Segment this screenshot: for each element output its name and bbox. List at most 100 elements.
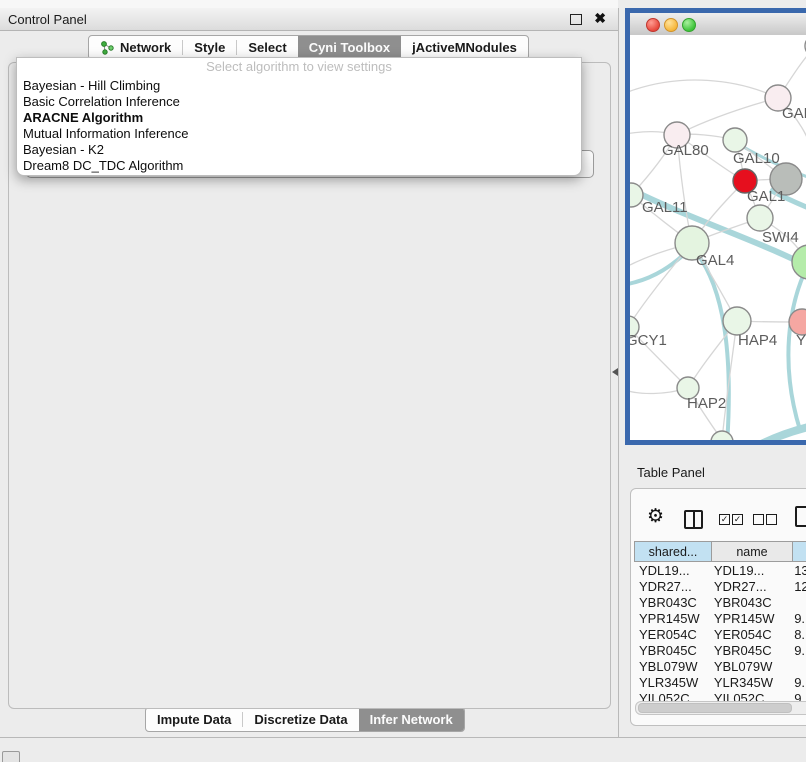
bottom-tabbar: Impute Data Discretize Data Infer Networ… xyxy=(145,707,465,732)
label-swi4: SWI4 xyxy=(762,229,799,246)
tab-style-label: Style xyxy=(194,40,225,55)
table-row[interactable]: YDR27...YDR27...12 xyxy=(634,579,806,595)
label-hap2: HAP2 xyxy=(687,395,726,412)
algorithm-option[interactable]: Dream8 DC_TDC Algorithm xyxy=(17,158,581,174)
cell: YDL19... xyxy=(709,563,787,579)
node-green-mid[interactable] xyxy=(747,205,773,231)
tab-select-label: Select xyxy=(248,40,286,55)
control-panel-titlebar: Control Panel ✖ xyxy=(0,8,618,31)
gear-icon[interactable]: ⚙ xyxy=(647,507,664,526)
control-panel-title: Control Panel xyxy=(8,12,87,27)
table-row[interactable]: YER054CYER054C8. xyxy=(634,627,806,643)
unchecked-checkbox-icon[interactable] xyxy=(766,514,777,525)
node-green-bright[interactable] xyxy=(792,245,806,279)
zoom-window-icon[interactable] xyxy=(682,18,696,32)
table-panel-title: Table Panel xyxy=(637,465,705,480)
table-hscrollbar-thumb[interactable] xyxy=(638,703,792,713)
table-row[interactable]: YLR345WYLR345W9. xyxy=(634,675,806,691)
table-row[interactable]: YBL079WYBL079W xyxy=(634,659,806,675)
cell: YBR045C xyxy=(634,643,709,659)
algorithm-option-selected[interactable]: ARACNE Algorithm xyxy=(17,110,581,126)
node-labels: GAL GAL80 GAL10 GAL1 GAL11 SWI4 GAL4 GCY… xyxy=(630,105,806,412)
document-icon[interactable] xyxy=(795,506,806,527)
control-panel: Control Panel ✖ Network Style Select Cyn… xyxy=(0,8,619,737)
column-layout-icon[interactable] xyxy=(684,510,703,529)
cell: 13 xyxy=(787,563,806,579)
algorithm-option[interactable]: Mutual Information Inference xyxy=(17,126,581,142)
label-y-cut: Y xyxy=(796,332,806,349)
table-row[interactable]: YBR045CYBR045C9. xyxy=(634,643,806,659)
tab-infer-network[interactable]: Infer Network xyxy=(359,708,464,731)
algorithm-option[interactable]: Basic Correlation Inference xyxy=(17,94,581,110)
label-gal10: GAL10 xyxy=(733,150,780,167)
cell xyxy=(787,659,806,675)
algorithm-option[interactable]: Bayesian - K2 xyxy=(17,142,581,158)
tab-select[interactable]: Select xyxy=(237,36,297,59)
table-row[interactable]: YPR145WYPR145W9. xyxy=(634,611,806,627)
window-bottom-divider xyxy=(0,737,806,738)
label-hap4: HAP4 xyxy=(738,332,777,349)
tab-jactivemnodules-label: jActiveMNodules xyxy=(412,40,517,55)
node-gal10[interactable] xyxy=(723,128,747,152)
close-panel-icon[interactable]: ✖ xyxy=(594,10,606,27)
cell: 8. xyxy=(787,627,806,643)
network-window-titlebar[interactable] xyxy=(630,13,806,36)
node-hap4[interactable] xyxy=(723,307,751,335)
network-canvas[interactable]: GAL GAL80 GAL10 GAL1 GAL11 SWI4 GAL4 GCY… xyxy=(630,35,806,440)
algorithm-option[interactable]: Bayesian - Hill Climbing xyxy=(17,78,581,94)
float-panel-icon[interactable] xyxy=(570,14,582,25)
cell: YDL19... xyxy=(634,563,709,579)
tab-cyni-toolbox-label: Cyni Toolbox xyxy=(309,40,390,55)
table-row[interactable]: YBR043CYBR043C xyxy=(634,595,806,611)
label-gal1: GAL1 xyxy=(747,188,785,205)
cell: YDR27... xyxy=(709,579,787,595)
cell: YBR043C xyxy=(709,595,787,611)
cell: YDR27... xyxy=(634,579,709,595)
tab-network-label: Network xyxy=(120,40,171,55)
cell: YBR043C xyxy=(634,595,709,611)
cell: YER054C xyxy=(709,627,787,643)
window-top-strip xyxy=(0,0,618,8)
screen: Control Panel ✖ Network Style Select Cyn… xyxy=(0,0,806,762)
tab-impute-data-label: Impute Data xyxy=(157,712,231,727)
tab-discretize-data-label: Discretize Data xyxy=(254,712,347,727)
tab-discretize-data[interactable]: Discretize Data xyxy=(243,708,358,731)
table-header-row: shared... name xyxy=(634,541,806,562)
network-view-window: GAL GAL80 GAL10 GAL1 GAL11 SWI4 GAL4 GCY… xyxy=(630,13,806,440)
label-gal80: GAL80 xyxy=(662,142,709,159)
label-gal-cut: GAL xyxy=(782,105,806,122)
unchecked-checkbox-icon[interactable] xyxy=(753,514,764,525)
algorithm-dropdown-popup: Select algorithm to view settings Bayesi… xyxy=(16,57,582,176)
tab-jactivemnodules[interactable]: jActiveMNodules xyxy=(401,36,528,59)
checked-checkbox-icon[interactable]: ✓ xyxy=(719,514,730,525)
cell: 12 xyxy=(787,579,806,595)
cell: 9. xyxy=(787,643,806,659)
cell: YPR145W xyxy=(634,611,709,627)
close-window-icon[interactable] xyxy=(646,18,660,32)
table-row[interactable]: YDL19...YDL19...13 xyxy=(634,563,806,579)
cell xyxy=(787,595,806,611)
cell: YLR345W xyxy=(709,675,787,691)
cell: 9. xyxy=(787,611,806,627)
network-icon xyxy=(100,41,115,55)
tab-network[interactable]: Network xyxy=(89,36,182,59)
splitter-collapse-arrow[interactable] xyxy=(612,368,618,376)
column-header-partial[interactable] xyxy=(793,541,806,562)
cell: YPR145W xyxy=(709,611,787,627)
checked-checkbox-icon[interactable]: ✓ xyxy=(732,514,743,525)
algorithm-placeholder: Select algorithm to view settings xyxy=(17,58,581,78)
minimized-panel-button[interactable] xyxy=(2,751,20,762)
column-header-name[interactable]: name xyxy=(712,541,793,562)
cell: YLR345W xyxy=(634,675,709,691)
network-view-frame: GAL GAL80 GAL10 GAL1 GAL11 SWI4 GAL4 GCY… xyxy=(625,8,806,445)
minimize-window-icon[interactable] xyxy=(664,18,678,32)
tab-cyni-toolbox[interactable]: Cyni Toolbox xyxy=(298,36,401,59)
tab-infer-network-label: Infer Network xyxy=(370,712,453,727)
table-horizontal-scrollbar[interactable] xyxy=(635,701,806,715)
cell: 9. xyxy=(787,675,806,691)
tab-impute-data[interactable]: Impute Data xyxy=(146,708,242,731)
tab-style[interactable]: Style xyxy=(183,36,236,59)
column-header-shared[interactable]: shared... xyxy=(634,541,712,562)
table-body: YDL19...YDL19...13 YDR27...YDR27...12 YB… xyxy=(634,563,806,709)
label-gal4: GAL4 xyxy=(696,252,734,269)
